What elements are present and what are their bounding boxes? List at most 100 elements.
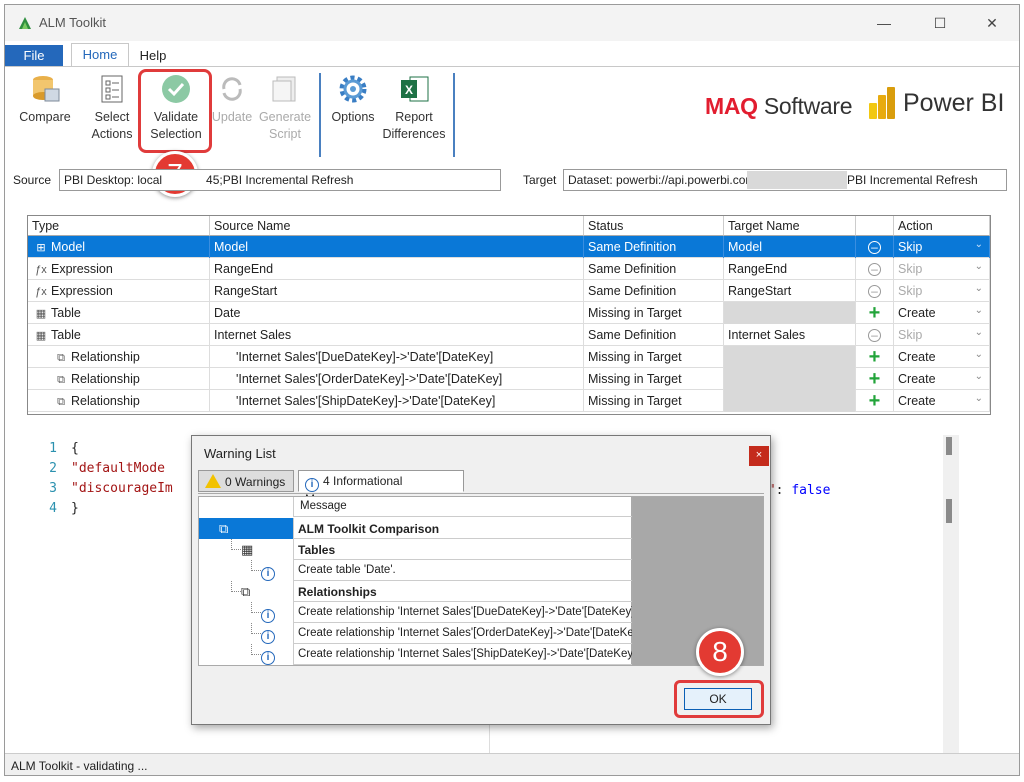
action-dropdown[interactable]: Skip ⌄ — [894, 280, 990, 302]
action-sign-cell[interactable]: – — [856, 236, 894, 258]
action-value: Create — [898, 394, 936, 408]
column-header[interactable]: Target Name — [724, 216, 856, 236]
database-compare-icon — [33, 76, 60, 102]
action-sign-cell[interactable]: + — [856, 368, 894, 390]
close-window-button[interactable]: ✕ — [969, 9, 1015, 37]
tree-indent: ⧉ — [199, 581, 293, 602]
action-sign-cell[interactable]: – — [856, 324, 894, 346]
refresh-icon — [222, 77, 242, 101]
type-cell: ⧉ Relationship — [28, 390, 210, 412]
target-field[interactable]: Dataset: powerbi://api.powerbi.com/PBI I… — [563, 169, 1007, 191]
chevron-down-icon: ⌄ — [974, 371, 983, 382]
type-cell: ƒx Expression — [28, 280, 210, 302]
info-icon: i — [261, 605, 279, 623]
list-item[interactable]: ⧉ ALM Toolkit Comparison — [199, 518, 633, 539]
source-field[interactable]: PBI Desktop: local 45;PBI Incremental Ref… — [59, 169, 501, 191]
tab-informational-messages[interactable]: i4 Informational Messages — [298, 470, 464, 506]
options-button[interactable]: Options — [325, 73, 381, 126]
update-button[interactable]: Update — [209, 73, 255, 126]
generate-label-2: Script — [269, 127, 301, 141]
minimize-button[interactable]: — — [861, 9, 907, 37]
table-row[interactable]: ⧉ Relationship 'Internet Sales'[ShipDateKe… — [28, 390, 990, 412]
action-sign-cell[interactable]: – — [856, 280, 894, 302]
message-column-header: Message — [293, 497, 633, 517]
table-row[interactable]: ⧉ Relationship 'Internet Sales'[OrderDateK… — [28, 368, 990, 390]
tab-warnings[interactable]: 0 Warnings — [198, 470, 294, 492]
generate-script-button[interactable]: Generate Script — [257, 73, 313, 143]
table-row[interactable]: ▦ Table Internet Sales Same Definition Inter… — [28, 324, 990, 346]
list-item[interactable]: ▦ Tables — [199, 539, 633, 560]
action-sign-cell[interactable]: + — [856, 390, 894, 412]
table-row[interactable]: ⧉ Relationship 'Internet Sales'[DueDateKey… — [28, 346, 990, 368]
column-header[interactable]: Type — [28, 216, 210, 236]
action-dropdown[interactable]: Create ⌄ — [894, 368, 990, 390]
table-row[interactable]: ⊞ Model Model Same Definition Model – Skip ⌄ — [28, 236, 990, 258]
list-item[interactable]: i Create table 'Date'. — [199, 560, 633, 581]
action-sign-cell[interactable]: – — [856, 258, 894, 280]
table-row[interactable]: ƒx Expression RangeStart Same Definition Ran… — [28, 280, 990, 302]
list-item[interactable]: i Create relationship 'Internet Sales'[Du… — [199, 602, 633, 623]
menu-bar: File Home Help — [5, 41, 1019, 67]
relationship-icon: ⧉ — [241, 584, 251, 599]
column-header[interactable] — [856, 216, 894, 236]
action-dropdown[interactable]: Create ⌄ — [894, 302, 990, 324]
status-cell: Missing in Target — [584, 302, 724, 324]
target-name-cell — [724, 368, 856, 390]
code-line: } — [71, 501, 79, 516]
tree-connector — [251, 560, 261, 571]
action-value: Skip — [898, 240, 923, 254]
type-label: Model — [51, 240, 86, 254]
tab-home[interactable]: Home — [71, 43, 129, 67]
list-item[interactable]: ⧉ Relationships — [199, 581, 633, 602]
info-icon: i — [261, 626, 279, 644]
title-bar: ALM Toolkit — ☐ ✕ — [5, 5, 1019, 41]
tree-connector — [251, 644, 261, 655]
info-icon: i — [261, 563, 279, 581]
report-label-2: Differences — [382, 127, 446, 141]
table-icon: ▦ — [35, 330, 47, 342]
report-label-1: Report — [395, 110, 433, 124]
source-name-cell: 'Internet Sales'[ShipDateKey]->'Date'[Da… — [210, 390, 584, 412]
minus-circle-icon: – — [868, 241, 881, 254]
table-row[interactable]: ƒx Expression RangeEnd Same Definition Range… — [28, 258, 990, 280]
action-value: Create — [898, 350, 936, 364]
column-header[interactable]: Action — [894, 216, 990, 236]
type-label: Relationship — [71, 350, 140, 364]
action-dropdown[interactable]: Skip ⌄ — [894, 324, 990, 346]
select-actions-button[interactable]: Select Actions — [87, 73, 137, 143]
action-dropdown[interactable]: Skip ⌄ — [894, 236, 990, 258]
report-differences-button[interactable]: X Report Differences — [381, 73, 447, 143]
tab-help[interactable]: Help — [133, 45, 173, 67]
action-dropdown[interactable]: Create ⌄ — [894, 390, 990, 412]
status-cell: Same Definition — [584, 324, 724, 346]
power-bi-logo-text: Power BI — [903, 89, 1005, 117]
action-dropdown[interactable]: Create ⌄ — [894, 346, 990, 368]
tab-file[interactable]: File — [5, 45, 63, 67]
compare-button[interactable]: Compare — [17, 73, 73, 126]
action-sign-cell[interactable]: + — [856, 302, 894, 324]
message-text: Create relationship 'Internet Sales'[Due… — [293, 602, 633, 623]
list-item[interactable]: i Create relationship 'Internet Sales'[Sh… — [199, 644, 633, 665]
table-icon: ▦ — [35, 308, 47, 320]
target-name-cell: Model — [724, 236, 856, 258]
action-sign-cell[interactable]: + — [856, 346, 894, 368]
action-dropdown[interactable]: Skip ⌄ — [894, 258, 990, 280]
ok-button[interactable]: OK — [684, 688, 752, 710]
table-row[interactable]: ▦ Table Date Missing in Target + Create ⌄ — [28, 302, 990, 324]
scrollbar-thumb[interactable] — [946, 499, 952, 523]
column-header[interactable]: Source Name — [210, 216, 584, 236]
maximize-button[interactable]: ☐ — [917, 9, 963, 37]
list-item[interactable]: i Create relationship 'Internet Sales'[Or… — [199, 623, 633, 644]
column-header[interactable]: Status — [584, 216, 724, 236]
maq-software-logo: MAQ Software — [705, 93, 853, 119]
minus-circle-icon: – — [868, 285, 881, 298]
message-text: Create relationship 'Internet Sales'[Shi… — [293, 644, 633, 665]
message-text: Create table 'Date'. — [293, 560, 633, 581]
dialog-tabs: 0 Warnings i4 Informational Messages — [198, 468, 764, 506]
dialog-close-button[interactable]: × — [749, 446, 769, 466]
warning-list-dialog: Warning List × 0 Warnings i4 Information… — [191, 435, 771, 725]
type-label: Expression — [51, 262, 113, 276]
compare-label: Compare — [19, 110, 71, 124]
expression-icon: ƒx — [35, 286, 47, 298]
code-scrollbar[interactable] — [943, 435, 959, 755]
